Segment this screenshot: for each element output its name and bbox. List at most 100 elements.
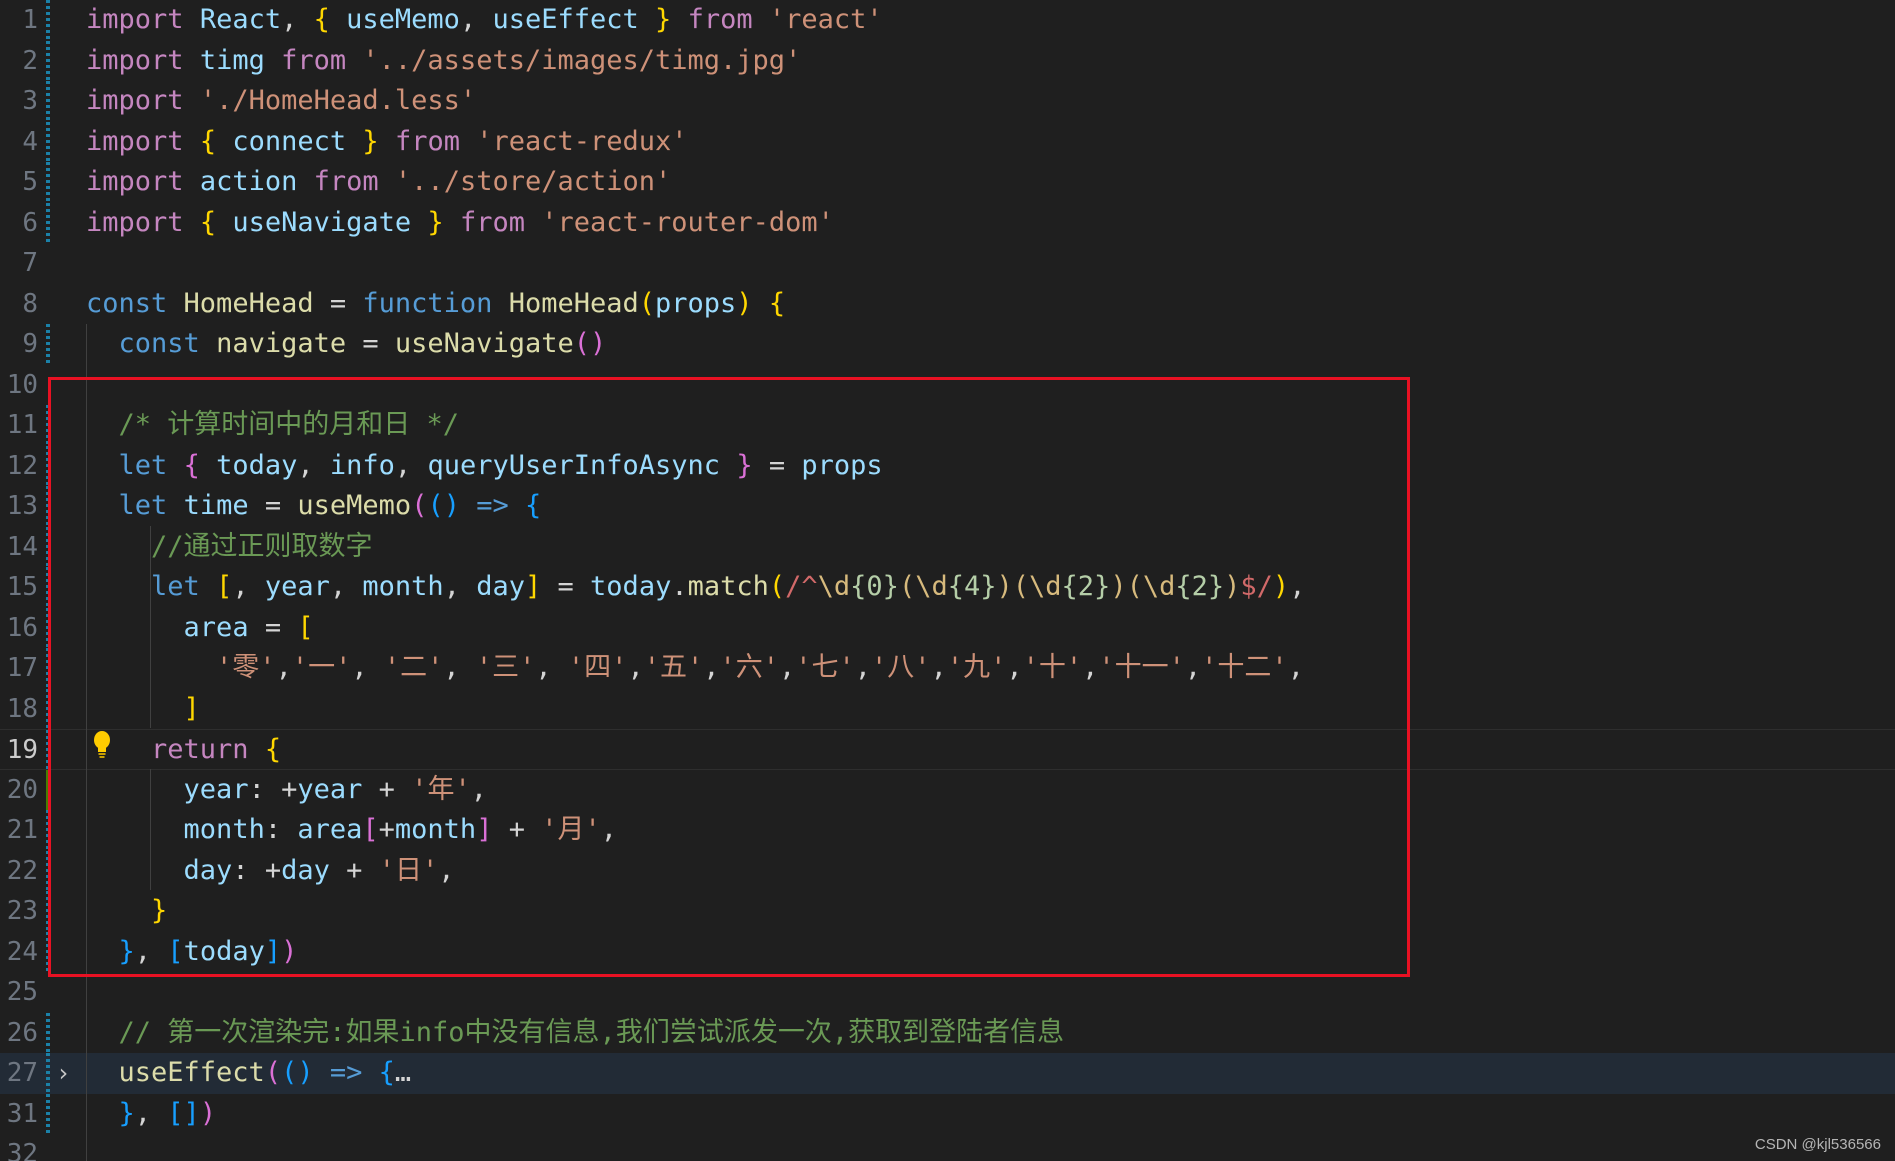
code-line[interactable]: 18 ] — [0, 688, 1895, 730]
code-text[interactable]: } — [86, 891, 167, 932]
lightbulb-icon[interactable] — [92, 730, 112, 760]
code-text[interactable]: // 第一次渲染完:如果info中没有信息,我们尝试派发一次,获取到登陆者信息 — [86, 1013, 1065, 1054]
code-line[interactable]: 20 year: +year + '年', — [0, 769, 1895, 811]
code-token: {4} — [947, 571, 997, 602]
code-line[interactable]: 19 return { — [0, 729, 1895, 771]
code-text[interactable]: year: +year + '年', — [86, 770, 487, 811]
code-text[interactable]: import './HomeHead.less' — [86, 81, 476, 122]
git-modified-marker[interactable] — [46, 1053, 50, 1094]
code-token: '日' — [378, 854, 439, 886]
code-editor[interactable]: 1 import React, { useMemo, useEffect } fr… — [0, 0, 1895, 1161]
code-text[interactable]: let [, year, month, day] = today.match(/… — [86, 567, 1305, 608]
git-modified-marker[interactable] — [46, 567, 50, 608]
code-token: } — [362, 125, 379, 157]
code-line[interactable]: 11 /* 计算时间中的月和日 */ — [0, 405, 1895, 446]
git-modified-marker[interactable] — [46, 891, 50, 932]
git-modified-marker[interactable] — [46, 850, 50, 891]
git-modified-marker[interactable] — [46, 730, 50, 771]
git-modified-marker[interactable] — [46, 202, 50, 243]
code-token: $/ — [1240, 571, 1273, 602]
code-line[interactable]: 31 }, []) — [0, 1093, 1895, 1135]
git-modified-marker[interactable] — [46, 81, 50, 122]
line-number: 25 — [6, 977, 38, 1007]
code-line[interactable]: 3 import './HomeHead.less' — [0, 81, 1895, 122]
code-text[interactable]: import { useNavigate } from 'react-route… — [86, 203, 834, 244]
git-modified-marker[interactable] — [46, 526, 50, 567]
git-modified-marker[interactable] — [46, 1012, 50, 1053]
code-text[interactable]: }, []) — [86, 1094, 217, 1135]
code-line[interactable]: 7 — [0, 243, 1895, 284]
code-token: , — [275, 652, 292, 683]
code-token: {2} — [1175, 571, 1225, 602]
code-token: year — [183, 773, 249, 805]
code-text[interactable]: //通过正则取数字 — [86, 527, 373, 568]
code-text[interactable]: '零','一', '二', '三', '四','五','六','七','八','… — [86, 648, 1304, 689]
code-text[interactable]: import { connect } from 'react-redux' — [86, 122, 688, 163]
code-text[interactable]: useEffect(() => {… — [86, 1053, 412, 1094]
code-line[interactable]: 13 let time = useMemo(() => { — [0, 486, 1895, 527]
code-line[interactable]: 8 const HomeHead = function HomeHead(prop… — [0, 284, 1895, 325]
code-line[interactable]: 2 import timg from '../assets/images/timg… — [0, 40, 1895, 82]
code-line[interactable]: 5 import action from '../store/action' — [0, 162, 1895, 203]
git-modified-marker[interactable] — [46, 445, 50, 486]
git-modified-marker[interactable] — [46, 931, 50, 972]
git-added-marker[interactable] — [46, 769, 50, 810]
chevron-right-icon[interactable]: › — [56, 1053, 72, 1093]
git-modified-marker[interactable] — [46, 810, 50, 851]
code-text[interactable]: const navigate = useNavigate() — [86, 324, 607, 365]
code-line[interactable]: 6 import { useNavigate } from 'react-rout… — [0, 202, 1895, 244]
git-modified-marker[interactable] — [46, 121, 50, 162]
code-token: = — [362, 328, 379, 359]
git-modified-marker[interactable] — [46, 162, 50, 203]
code-line[interactable]: 32 — [0, 1134, 1895, 1161]
code-text[interactable]: import timg from '../assets/images/timg.… — [86, 41, 801, 82]
git-modified-marker[interactable] — [46, 0, 50, 41]
git-modified-marker[interactable] — [46, 324, 50, 365]
code-line[interactable]: 22 day: +day + '日', — [0, 850, 1895, 892]
code-line[interactable]: 24 }, [today]) — [0, 931, 1895, 973]
code-line[interactable]: 27 › useEffect(() => {… — [0, 1053, 1895, 1094]
code-text[interactable]: let time = useMemo(() => { — [86, 486, 542, 527]
code-line[interactable]: 10 — [0, 365, 1895, 406]
code-text[interactable]: ] — [86, 689, 200, 730]
code-text[interactable]: }, [today]) — [86, 932, 298, 973]
git-modified-marker[interactable] — [46, 1093, 50, 1134]
code-text[interactable]: month: area[+month] + '月', — [86, 810, 617, 851]
code-line[interactable]: 23 } — [0, 891, 1895, 932]
code-text[interactable]: area = [ — [86, 608, 314, 649]
code-token: day — [183, 854, 233, 886]
code-token: + — [346, 854, 363, 886]
git-modified-marker[interactable] — [46, 405, 50, 446]
code-line[interactable]: 17 '零','一', '二', '三', '四','五','六','七','八… — [0, 648, 1895, 689]
code-line[interactable]: 21 month: area[+month] + '月', — [0, 810, 1895, 851]
code-text[interactable]: let { today, info, queryUserInfoAsync } … — [86, 446, 883, 487]
git-modified-marker[interactable] — [46, 648, 50, 689]
code-line[interactable]: 14 //通过正则取数字 — [0, 526, 1895, 568]
git-modified-marker[interactable] — [46, 40, 50, 81]
code-line[interactable]: 12 let { today, info, queryUserInfoAsync… — [0, 445, 1895, 487]
code-line[interactable]: 15 let [, year, month, day] = today.matc… — [0, 567, 1895, 608]
code-line[interactable]: 9 const navigate = useNavigate() — [0, 324, 1895, 365]
code-token: '../assets/images/timg.jpg' — [362, 44, 802, 76]
code-line[interactable]: 16 area = [ — [0, 607, 1895, 649]
code-line[interactable]: 4 import { connect } from 'react-redux' — [0, 121, 1895, 163]
code-token: , — [134, 1097, 168, 1129]
code-text[interactable]: return { — [86, 730, 281, 771]
code-text[interactable]: day: +day + '日', — [86, 851, 455, 892]
git-modified-marker[interactable] — [46, 688, 50, 729]
code-line[interactable]: 1 import React, { useMemo, useEffect } fr… — [0, 0, 1895, 41]
code-token: HomeHead — [183, 287, 314, 319]
code-text[interactable]: /* 计算时间中的月和日 */ — [86, 405, 460, 446]
code-line[interactable]: 25 — [0, 972, 1895, 1013]
git-modified-marker[interactable] — [46, 607, 50, 648]
code-text[interactable]: const HomeHead = function HomeHead(props… — [86, 284, 785, 325]
code-text[interactable]: import React, { useMemo, useEffect } fro… — [86, 0, 883, 41]
git-modified-marker[interactable] — [46, 486, 50, 527]
code-line[interactable]: 26 // 第一次渲染完:如果info中没有信息,我们尝试派发一次,获取到登陆者… — [0, 1012, 1895, 1054]
code-text[interactable]: import action from '../store/action' — [86, 162, 671, 203]
